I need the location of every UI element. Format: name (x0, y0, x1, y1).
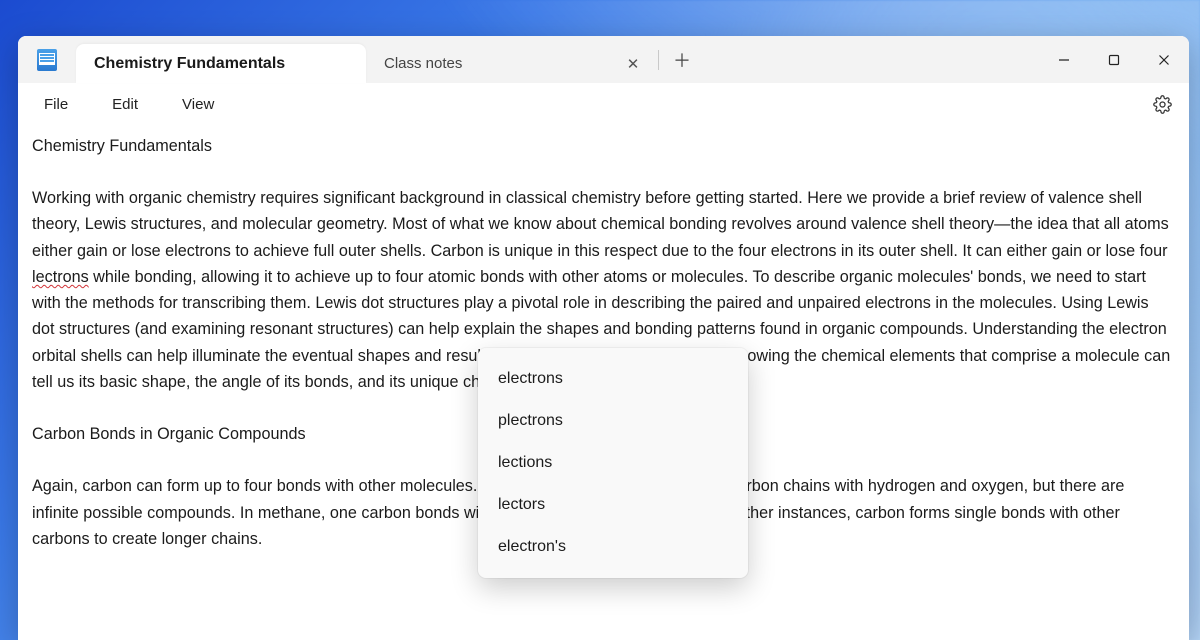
close-icon[interactable]: ✕ (624, 55, 642, 73)
suggestion-item[interactable]: electrons (478, 358, 748, 400)
close-button[interactable] (1139, 36, 1189, 83)
spellcheck-suggestions-menu: electrons plectrons lections lectors ele… (478, 348, 748, 578)
text-run: Working with organic chemistry requires … (32, 189, 1169, 259)
tab-label: Class notes (384, 55, 462, 72)
suggestion-item[interactable]: lections (478, 442, 748, 484)
menubar: File Edit View (18, 83, 1189, 127)
tab-label: Chemistry Fundamentals (94, 55, 285, 73)
tab-separator (658, 50, 659, 70)
maximize-icon (1108, 54, 1120, 66)
tab-class-notes[interactable]: Class notes ✕ (366, 44, 656, 83)
menu-view[interactable]: View (168, 90, 228, 119)
settings-button[interactable] (1145, 88, 1179, 122)
misspelled-word[interactable]: lectrons (32, 268, 89, 286)
minimize-button[interactable] (1039, 36, 1089, 83)
notepad-window: Chemistry Fundamentals Class notes ✕ ＋ (18, 36, 1189, 640)
window-controls (1039, 36, 1189, 83)
menu-file[interactable]: File (30, 90, 82, 119)
notepad-icon (37, 49, 57, 71)
tab-chemistry-fundamentals[interactable]: Chemistry Fundamentals (76, 44, 366, 83)
doc-heading: Chemistry Fundamentals (32, 133, 1175, 159)
suggestion-item[interactable]: plectrons (478, 400, 748, 442)
gear-icon (1153, 95, 1172, 114)
menu-edit[interactable]: Edit (98, 90, 152, 119)
tab-strip: Chemistry Fundamentals Class notes ✕ ＋ (76, 36, 1039, 83)
plus-icon: ＋ (673, 47, 691, 73)
suggestion-item[interactable]: electron's (478, 526, 748, 568)
minimize-icon (1058, 54, 1070, 66)
new-tab-button[interactable]: ＋ (665, 44, 699, 76)
suggestion-item[interactable]: lectors (478, 484, 748, 526)
maximize-button[interactable] (1089, 36, 1139, 83)
titlebar: Chemistry Fundamentals Class notes ✕ ＋ (18, 36, 1189, 83)
close-icon (1158, 54, 1170, 66)
app-icon-area (18, 36, 76, 83)
